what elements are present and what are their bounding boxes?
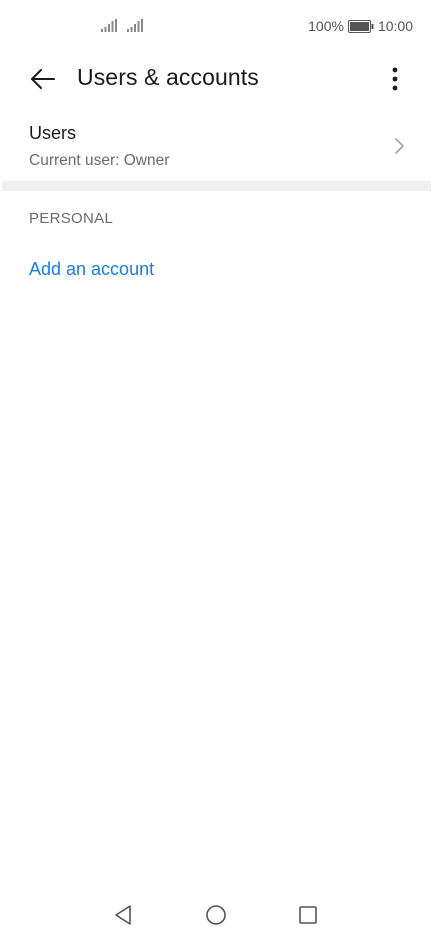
current-user-subtitle: Current user: Owner xyxy=(29,152,170,169)
signal-icon xyxy=(127,19,143,32)
navigation-bar xyxy=(0,890,433,940)
arrow-left-icon xyxy=(31,69,55,89)
app-header: Users & accounts xyxy=(0,54,433,104)
page-title: Users & accounts xyxy=(77,64,259,90)
screen: 100% 10:00 Users & accounts Users Curren… xyxy=(0,0,433,940)
signal-group xyxy=(101,19,143,32)
users-list-item[interactable]: Users Current user: Owner xyxy=(0,112,433,180)
nav-home-button[interactable] xyxy=(201,900,231,930)
battery-icon xyxy=(347,19,374,33)
circle-home-icon xyxy=(206,905,226,925)
more-options-button[interactable] xyxy=(379,62,411,96)
square-recents-icon xyxy=(299,906,317,924)
status-right: 100% 10:00 xyxy=(308,18,413,34)
add-account-link[interactable]: Add an account xyxy=(29,259,154,280)
section-header-personal: PERSONAL xyxy=(29,210,114,227)
triangle-back-icon xyxy=(115,905,131,925)
nav-back-button[interactable] xyxy=(108,900,138,930)
users-label: Users xyxy=(29,123,77,143)
status-bar: 100% 10:00 xyxy=(0,0,433,54)
chevron-right-icon xyxy=(395,138,404,154)
nav-recents-button[interactable] xyxy=(293,900,323,930)
section-divider xyxy=(2,181,431,191)
clock: 10:00 xyxy=(377,18,413,34)
back-button[interactable] xyxy=(27,63,59,95)
more-vertical-icon xyxy=(392,67,398,91)
signal-icon xyxy=(101,19,117,32)
battery-percent: 100% xyxy=(308,18,344,34)
